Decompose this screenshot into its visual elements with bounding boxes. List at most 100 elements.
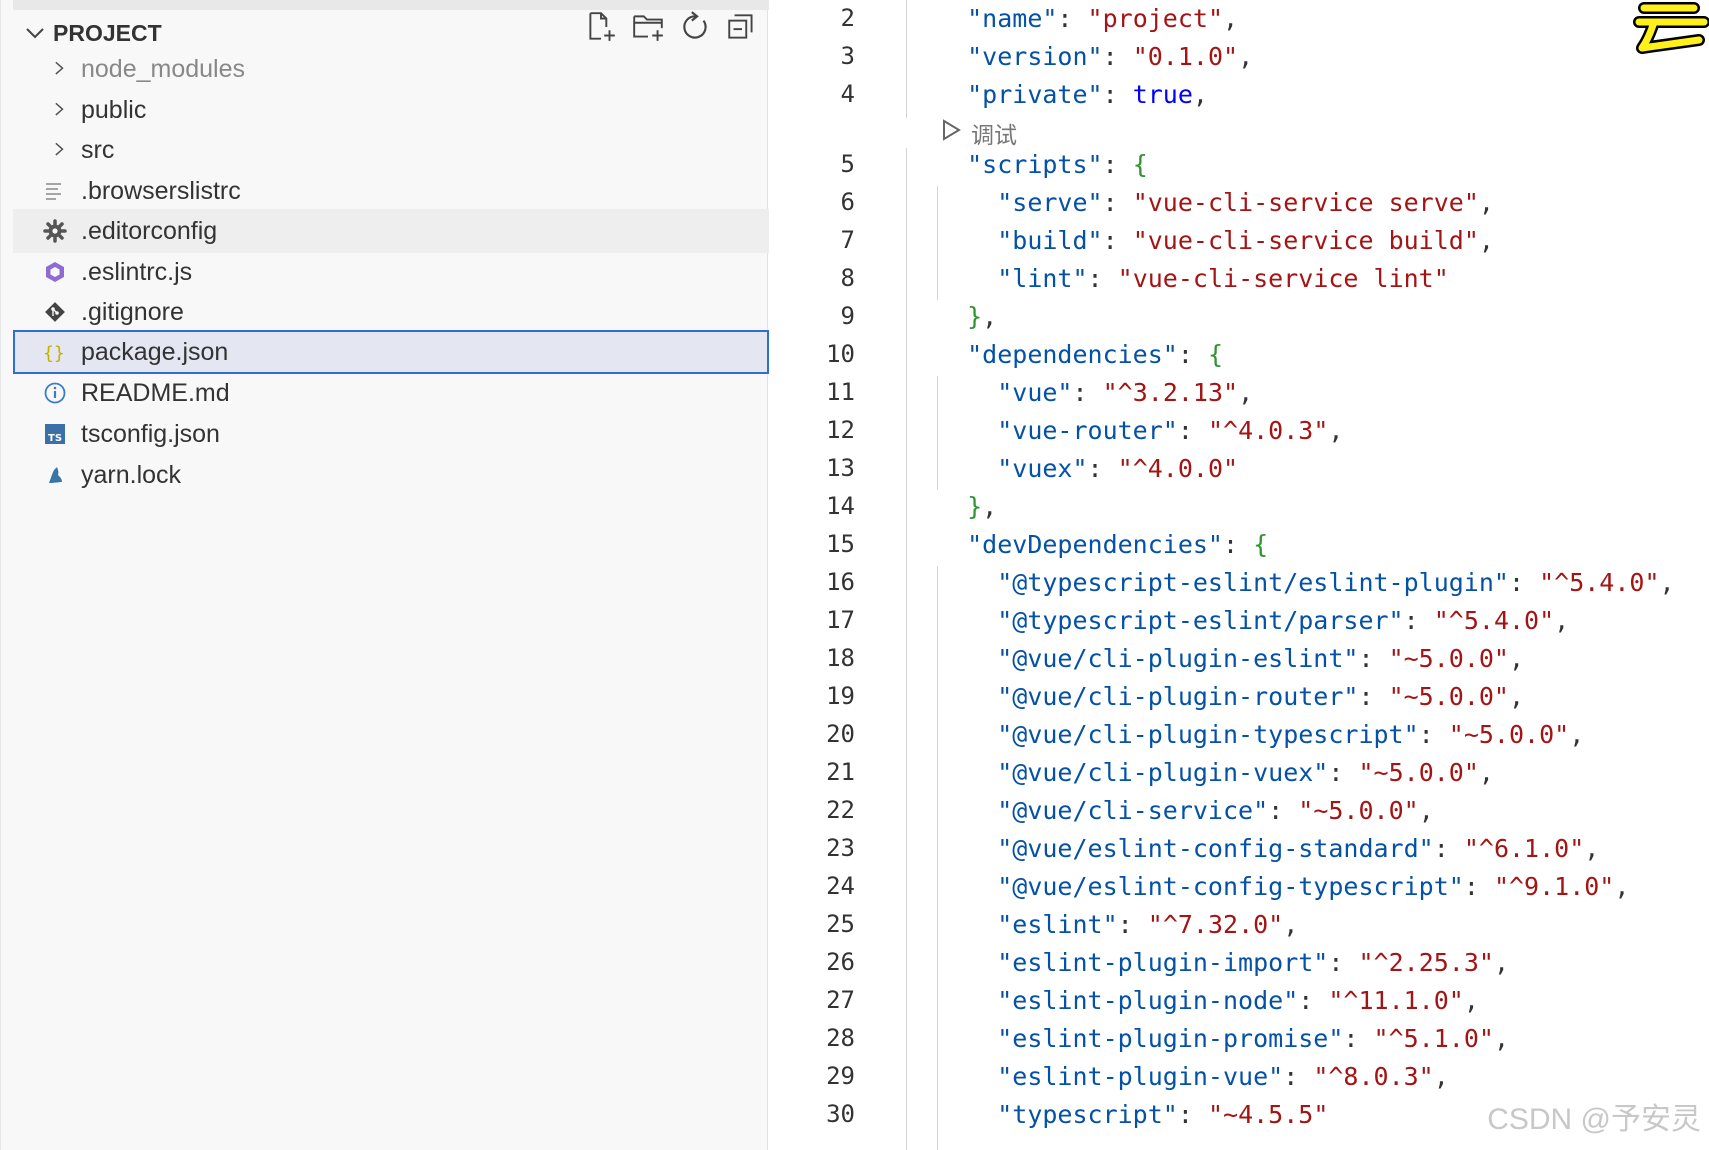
line-number: 11 xyxy=(826,378,855,406)
chevron-right-icon xyxy=(55,142,64,156)
line-number: 16 xyxy=(826,568,855,596)
tree-item-label: .gitignore xyxy=(81,298,184,326)
line-number: 22 xyxy=(826,796,855,824)
line-number: 7 xyxy=(840,226,855,254)
line-number: 24 xyxy=(826,872,855,900)
code-line[interactable]: "@vue/cli-plugin-vuex": "~5.0.0", xyxy=(937,758,1494,787)
refresh-icon[interactable] xyxy=(678,10,712,44)
new-file-icon[interactable] xyxy=(584,10,618,44)
code-line[interactable]: }, xyxy=(937,492,997,521)
code-line[interactable]: "build": "vue-cli-service build", xyxy=(937,226,1494,255)
partial-sticker-graphic xyxy=(1633,2,1709,54)
folder-item-src[interactable]: src xyxy=(13,128,769,172)
file-item-editorconfig[interactable]: .editorconfig xyxy=(13,209,769,253)
file-item-eslintrc-js[interactable]: .eslintrc.js xyxy=(13,250,769,294)
code-line[interactable]: "vuex": "^4.0.0" xyxy=(937,454,1238,483)
line-number: 25 xyxy=(826,910,855,938)
yarn-icon xyxy=(49,467,62,483)
code-line[interactable]: "devDependencies": { xyxy=(937,530,1268,559)
line-number: 15 xyxy=(826,530,855,558)
code-line[interactable]: "typescript": "~4.5.5" xyxy=(937,1100,1328,1129)
line-number: 18 xyxy=(826,644,855,672)
tree-item-label: yarn.lock xyxy=(81,461,182,489)
code-line[interactable]: "eslint-plugin-promise": "^5.1.0", xyxy=(937,1024,1509,1053)
line-number: 10 xyxy=(826,340,855,368)
code-line[interactable]: "dependencies": { xyxy=(937,340,1223,369)
code-line[interactable]: "scripts": { xyxy=(937,150,1148,179)
collapse-all-icon[interactable] xyxy=(725,10,759,44)
code-line[interactable]: "@typescript-eslint/eslint-plugin": "^5.… xyxy=(937,568,1674,597)
code-line[interactable]: }, xyxy=(937,302,997,331)
code-line[interactable]: "vue": "^3.2.13", xyxy=(937,378,1253,407)
code-line[interactable]: "@vue/eslint-config-standard": "^6.1.0", xyxy=(937,834,1599,863)
eslint-icon xyxy=(46,262,64,282)
folder-item-public[interactable]: public xyxy=(13,88,769,132)
code-line[interactable]: "private": true, xyxy=(937,80,1208,109)
file-item-tsconfig-json[interactable]: TS tsconfig.json xyxy=(13,412,769,456)
chevron-down-icon[interactable] xyxy=(23,21,47,45)
code-line[interactable]: "@vue/cli-plugin-eslint": "~5.0.0", xyxy=(937,644,1524,673)
file-item-yarn-lock[interactable]: yarn.lock xyxy=(13,453,769,497)
tree-item-label: .eslintrc.js xyxy=(81,258,193,286)
line-number: 27 xyxy=(826,986,855,1014)
git-icon xyxy=(45,302,65,322)
line-number: 3 xyxy=(840,42,855,70)
code-line[interactable]: "eslint-plugin-import": "^2.25.3", xyxy=(937,948,1509,977)
tree-item-label: package.json xyxy=(81,338,229,366)
debug-codelens-label: 调试 xyxy=(971,122,1017,148)
play-icon xyxy=(943,119,961,141)
line-number: 14 xyxy=(826,492,855,520)
indent-guide xyxy=(906,148,907,1150)
tree-item-label: node_modules xyxy=(81,55,246,83)
line-number: 20 xyxy=(826,720,855,748)
chevron-right-icon xyxy=(55,61,64,75)
code-line[interactable]: "eslint-plugin-node": "^11.1.0", xyxy=(937,986,1479,1015)
code-line[interactable]: "@typescript-eslint/parser": "^5.4.0", xyxy=(937,606,1569,635)
line-number: 12 xyxy=(826,416,855,444)
file-item-package-json[interactable]: {} package.json xyxy=(13,330,769,374)
tree-item-label: README.md xyxy=(81,379,230,407)
line-number: 19 xyxy=(826,682,855,710)
code-line[interactable]: "@vue/cli-plugin-router": "~5.0.0", xyxy=(937,682,1524,711)
code-line[interactable]: "name": "project", xyxy=(937,4,1238,33)
gear-icon xyxy=(43,219,67,243)
line-number: 13 xyxy=(826,454,855,482)
line-number: 29 xyxy=(826,1062,855,1090)
line-number: 28 xyxy=(826,1024,855,1052)
chevron-right-icon xyxy=(55,102,64,116)
code-line[interactable]: "@vue/cli-service": "~5.0.0", xyxy=(937,796,1434,825)
line-number: 21 xyxy=(826,758,855,786)
sidebar-top-strip xyxy=(13,0,769,10)
ts-icon: TS xyxy=(45,424,65,444)
code-line[interactable]: "eslint-plugin-vue": "^8.0.3", xyxy=(937,1062,1449,1091)
line-number: 6 xyxy=(840,188,855,216)
json-braces-icon: {} xyxy=(43,343,65,364)
file-item-browserslistrc[interactable]: .browserslistrc xyxy=(13,169,769,213)
line-number: 5 xyxy=(840,150,855,178)
code-line[interactable]: "version": "0.1.0", xyxy=(937,42,1253,71)
line-number: 26 xyxy=(826,948,855,976)
file-item-readme-md[interactable]: README.md xyxy=(13,371,769,415)
tree-item-label: public xyxy=(81,96,147,124)
watermark: CSDN @予安灵 xyxy=(1487,1103,1701,1136)
info-icon xyxy=(44,382,66,404)
code-line[interactable]: "@vue/cli-plugin-typescript": "~5.0.0", xyxy=(937,720,1584,749)
tree-item-label: tsconfig.json xyxy=(81,420,220,448)
lines-file-icon xyxy=(46,183,61,200)
code-editor[interactable]: 2 3 4 5 6 7 8 9 10 11 12 13 14 15 16 17 18 19 20 21 22 23 24 25… xyxy=(769,0,1709,1150)
new-folder-icon[interactable] xyxy=(631,10,665,44)
line-number: 17 xyxy=(826,606,855,634)
code-line[interactable]: "@vue/eslint-config-typescript": "^9.1.0… xyxy=(937,872,1629,901)
line-number: 8 xyxy=(840,264,855,292)
tree-item-label: .browserslistrc xyxy=(81,177,241,205)
line-number: 23 xyxy=(826,834,855,862)
code-line[interactable]: "eslint": "^7.32.0", xyxy=(937,910,1298,939)
code-line[interactable]: "serve": "vue-cli-service serve", xyxy=(937,188,1494,217)
code-line[interactable]: "lint": "vue-cli-service lint" xyxy=(937,264,1449,293)
explorer-sidebar: PROJECT node_modulespublic src .browsersli… xyxy=(0,0,769,1150)
file-item-gitignore[interactable]: .gitignore xyxy=(13,290,769,334)
code-line[interactable]: "vue-router": "^4.0.3", xyxy=(937,416,1343,445)
svg-text:{}: {} xyxy=(43,343,65,364)
folder-item-node-modules[interactable]: node_modules xyxy=(13,47,769,91)
project-section-title: PROJECT xyxy=(53,20,162,46)
